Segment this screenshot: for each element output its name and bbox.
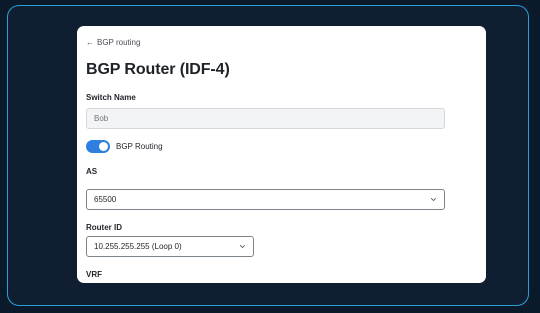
router-id-select-value: 10.255.255.255 (Loop 0) <box>94 242 182 251</box>
as-select[interactable]: 65500 <box>86 189 445 210</box>
toggle-knob <box>99 142 108 151</box>
form-card: ← BGP routing BGP Router (IDF-4) Switch … <box>77 26 486 283</box>
back-link[interactable]: ← BGP routing <box>86 38 140 47</box>
bgp-routing-row: BGP Routing <box>86 140 163 153</box>
switch-name-input[interactable] <box>86 108 445 129</box>
bgp-routing-toggle[interactable] <box>86 140 110 153</box>
router-id-label: Router ID <box>86 223 122 232</box>
as-label: AS <box>86 167 98 176</box>
arrow-left-icon: ← <box>86 37 94 47</box>
chevron-down-icon <box>239 244 246 249</box>
page-title: BGP Router (IDF-4) <box>86 61 230 78</box>
vrf-label: VRF <box>86 270 102 279</box>
as-select-value: 65500 <box>94 195 117 204</box>
back-link-label: BGP routing <box>97 38 141 47</box>
chevron-down-icon <box>430 197 437 202</box>
router-id-select[interactable]: 10.255.255.255 (Loop 0) <box>86 236 254 257</box>
bgp-routing-label: BGP Routing <box>116 142 163 151</box>
switch-name-label: Switch Name <box>86 93 136 102</box>
